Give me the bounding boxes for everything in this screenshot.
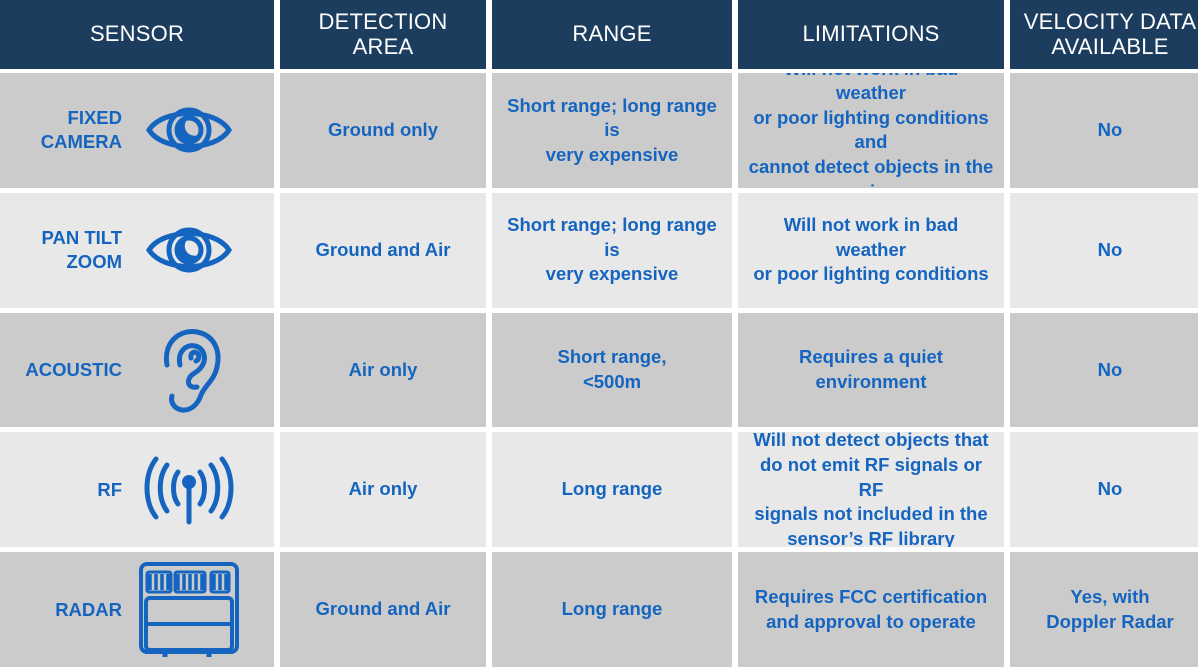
sensor-name-label: PAN TILT ZOOM [41,227,123,273]
range-text: Short range; long range is very expensiv… [507,94,717,165]
cell-detection-area: Ground and Air [280,552,486,667]
column-header-limitations-label: LIMITATIONS [802,21,940,47]
ear-icon [134,325,244,415]
cell-velocity-data: Yes, with Doppler Radar [1010,552,1198,667]
eye-icon [134,98,244,162]
sensor-name-label: RF [97,478,122,500]
table-row: RF Air only Long range Will not detect o… [0,432,1198,548]
cell-limitations: Will not detect objects that do not emit… [738,432,1004,548]
detection-area-text: Air only [348,358,418,380]
table-row: ACOUSTIC Air only Short range, <500m Req… [0,312,1198,428]
cell-velocity-data: No [1010,192,1198,308]
cell-range: Short range; long range is very expensiv… [492,73,732,188]
cell-range: Short range, <500m [492,312,732,428]
cell-limitations: Will not work in bad weather or poor lig… [738,192,1004,308]
range-text: Long range [561,598,663,620]
column-header-detection-area-label: DETECTION AREA [318,8,448,59]
cell-limitations: Will not work in bad weather or poor lig… [738,73,1004,188]
table-header-row: SENSOR DETECTION AREA RANGE LIMITATIONS … [0,0,1198,69]
cell-limitations: Requires FCC certification and approval … [738,552,1004,667]
column-header-sensor-label: SENSOR [89,21,185,47]
column-header-range-label: RANGE [572,21,652,47]
velocity-data-text: No [1097,358,1123,380]
sensor-name-label: FIXED CAMERA [40,107,122,153]
table-row: FIXED CAMERA Ground only Short range; lo… [0,73,1198,188]
limitations-text: Will not work in bad weather or poor lig… [753,214,989,285]
column-header-velocity-data-available-label: VELOCITY DATA AVAILABLE [1023,8,1197,59]
limitations-text: Will not detect objects that do not emit… [753,432,989,548]
radar-unit-icon [134,552,244,667]
cell-velocity-data: No [1010,312,1198,428]
velocity-data-text: No [1097,238,1123,260]
table-row: RADAR Ground and Air Long range Requires… [0,552,1198,667]
cell-sensor: RF [0,432,274,548]
detection-area-text: Ground and Air [315,598,451,620]
cell-range: Long range [492,432,732,548]
cell-detection-area: Ground and Air [280,192,486,308]
detection-area-text: Ground only [328,119,438,141]
cell-velocity-data: No [1010,73,1198,188]
rf-antenna-icon [134,452,244,528]
range-text: Short range; long range is very expensiv… [507,214,717,285]
column-header-sensor: SENSOR [0,0,274,69]
eye-icon [134,218,244,282]
range-text: Long range [561,478,663,500]
sensor-comparison-table: SENSOR DETECTION AREA RANGE LIMITATIONS … [0,0,1198,667]
table-row: PAN TILT ZOOM Ground and Air Short range… [0,192,1198,308]
table-body: FIXED CAMERA Ground only Short range; lo… [0,73,1198,667]
cell-sensor: FIXED CAMERA [0,73,274,188]
range-text: Short range, <500m [557,346,667,392]
cell-range: Short range; long range is very expensiv… [492,192,732,308]
limitations-text: Will not work in bad weather or poor lig… [748,73,994,188]
cell-velocity-data: No [1010,432,1198,548]
cell-sensor: ACOUSTIC [0,312,274,428]
cell-sensor: PAN TILT ZOOM [0,192,274,308]
velocity-data-text: No [1097,478,1123,500]
column-header-limitations: LIMITATIONS [738,0,1004,69]
cell-range: Long range [492,552,732,667]
limitations-text: Requires a quiet environment [799,346,943,392]
detection-area-text: Air only [348,478,418,500]
sensor-name-label: RADAR [55,598,122,620]
velocity-data-text: Yes, with Doppler Radar [1046,585,1174,632]
cell-detection-area: Air only [280,312,486,428]
column-header-velocity-data-available: VELOCITY DATA AVAILABLE [1010,0,1198,69]
cell-sensor: RADAR [0,552,274,667]
velocity-data-text: No [1097,119,1123,141]
column-header-detection-area: DETECTION AREA [280,0,486,69]
sensor-name-label: ACOUSTIC [25,358,122,380]
column-header-range: RANGE [492,0,732,69]
cell-detection-area: Ground only [280,73,486,188]
cell-limitations: Requires a quiet environment [738,312,1004,428]
cell-detection-area: Air only [280,432,486,548]
detection-area-text: Ground and Air [315,238,451,260]
limitations-text: Requires FCC certification and approval … [754,585,988,632]
